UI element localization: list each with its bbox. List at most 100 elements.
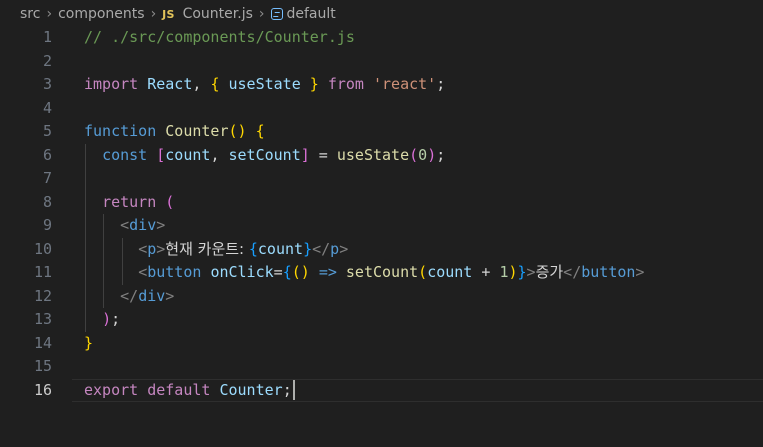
code-token: > bbox=[156, 216, 166, 234]
code-token: } bbox=[303, 239, 313, 258]
code-token: onClick bbox=[210, 263, 274, 281]
chevron-right-icon: › bbox=[150, 6, 157, 22]
code-editor[interactable]: src › components › JS Counter.js › defau… bbox=[0, 0, 763, 447]
code-line[interactable]: 13 ); bbox=[0, 308, 763, 332]
indent-guide bbox=[85, 308, 86, 332]
code-line[interactable]: 11 <button onClick={() => setCount(count… bbox=[0, 261, 763, 285]
line-number: 9 bbox=[42, 216, 52, 234]
code-token: import bbox=[84, 75, 139, 93]
code-token: ( bbox=[418, 263, 428, 281]
code-token: </ bbox=[563, 263, 582, 281]
code-line[interactable]: 10 <p>현재 카운트: {count}</p> bbox=[0, 237, 763, 261]
code-token: } bbox=[517, 263, 527, 281]
code-line[interactable]: 1 // ./src/components/Counter.js bbox=[0, 26, 763, 50]
code-token: 증가 bbox=[535, 263, 564, 281]
code-token: useState bbox=[228, 75, 301, 93]
code-token: setCount bbox=[228, 145, 301, 164]
breadcrumb-symbol[interactable]: default bbox=[287, 6, 336, 22]
code-token: { bbox=[282, 263, 292, 281]
indent-guide bbox=[85, 143, 86, 167]
breadcrumb-folder-src[interactable]: src bbox=[20, 6, 40, 22]
code-token: </ bbox=[120, 286, 139, 305]
code-token: div bbox=[129, 216, 157, 234]
code-line[interactable]: 3 import React, { useState } from 'react'… bbox=[0, 73, 763, 97]
code-text: <div> bbox=[84, 214, 165, 238]
code-token: </ bbox=[312, 239, 331, 258]
code-line[interactable]: 2 bbox=[0, 50, 763, 74]
breadcrumb-folder-components[interactable]: components bbox=[58, 6, 145, 22]
code-token: React bbox=[147, 75, 193, 93]
code-token: from bbox=[327, 75, 364, 93]
code-token: ) bbox=[102, 310, 112, 328]
code-text: <button onClick={() => setCount(count + … bbox=[84, 261, 644, 285]
code-text: return ( bbox=[84, 191, 174, 215]
code-token: ( bbox=[409, 145, 419, 164]
indent-guide bbox=[122, 261, 123, 285]
code-line[interactable]: 8 return ( bbox=[0, 190, 763, 215]
code-line[interactable]: 15 bbox=[0, 355, 763, 379]
code-text: </div> bbox=[84, 285, 174, 309]
code-token: > bbox=[165, 286, 175, 305]
code-token: ; bbox=[111, 310, 121, 328]
code-token: setCount bbox=[345, 263, 419, 281]
code-token: => bbox=[318, 263, 337, 281]
code-token: } bbox=[84, 333, 94, 352]
breadcrumb-file[interactable]: Counter.js bbox=[183, 6, 253, 22]
code-token: ( bbox=[165, 192, 175, 211]
code-area[interactable]: 1 // ./src/components/Counter.js 2 3 import … bbox=[0, 26, 763, 402]
code-line[interactable]: 16 export default Counter; bbox=[0, 378, 763, 403]
line-number: 8 bbox=[42, 192, 52, 211]
code-line[interactable]: 6 const [count, setCount] = useState(0); bbox=[0, 143, 763, 168]
code-token: () bbox=[291, 263, 310, 281]
code-text: // ./src/components/Counter.js bbox=[84, 26, 355, 50]
code-line[interactable]: 7 bbox=[0, 167, 763, 191]
code-token: button bbox=[581, 263, 636, 281]
indent-guide bbox=[85, 237, 86, 261]
variable-symbol-icon bbox=[270, 8, 283, 20]
code-token: return bbox=[102, 192, 157, 211]
code-token: < bbox=[120, 216, 130, 234]
breadcrumb: src › components › JS Counter.js › defau… bbox=[0, 0, 763, 28]
line-number: 14 bbox=[33, 333, 52, 352]
code-token: // ./src/components/Counter.js bbox=[84, 28, 355, 46]
code-token: Counter bbox=[165, 122, 229, 140]
line-number: 2 bbox=[42, 51, 52, 70]
indent-guide bbox=[85, 214, 86, 238]
indent-guide bbox=[103, 214, 104, 238]
code-token: = bbox=[273, 263, 283, 281]
code-token: useState bbox=[336, 145, 410, 164]
indent-guide bbox=[85, 284, 86, 308]
code-line[interactable]: 14} bbox=[0, 332, 763, 356]
code-token: + bbox=[472, 263, 500, 281]
javascript-file-icon: JS bbox=[162, 7, 175, 21]
code-token: default bbox=[147, 380, 211, 399]
line-number: 12 bbox=[33, 286, 52, 305]
code-token: < bbox=[138, 263, 148, 281]
code-line[interactable]: 5 function Counter() { bbox=[0, 120, 763, 144]
code-token: 현재 카운트: bbox=[165, 239, 249, 258]
code-text: const [count, setCount] = useState(0); bbox=[84, 144, 445, 168]
code-line[interactable]: 4 bbox=[0, 97, 763, 121]
code-line[interactable]: 12 </div> bbox=[0, 284, 763, 309]
code-token: ; bbox=[436, 75, 446, 93]
line-number: 6 bbox=[42, 145, 52, 164]
code-token: [ bbox=[156, 145, 166, 164]
code-token: export bbox=[84, 380, 139, 399]
line-number: 10 bbox=[33, 239, 52, 258]
code-text: function Counter() { bbox=[84, 120, 265, 144]
line-number: 15 bbox=[33, 357, 52, 375]
code-token: ) bbox=[508, 263, 518, 281]
code-line[interactable]: 9 <div> bbox=[0, 214, 763, 238]
code-token: > bbox=[156, 239, 166, 258]
code-token: Counter bbox=[219, 380, 283, 399]
